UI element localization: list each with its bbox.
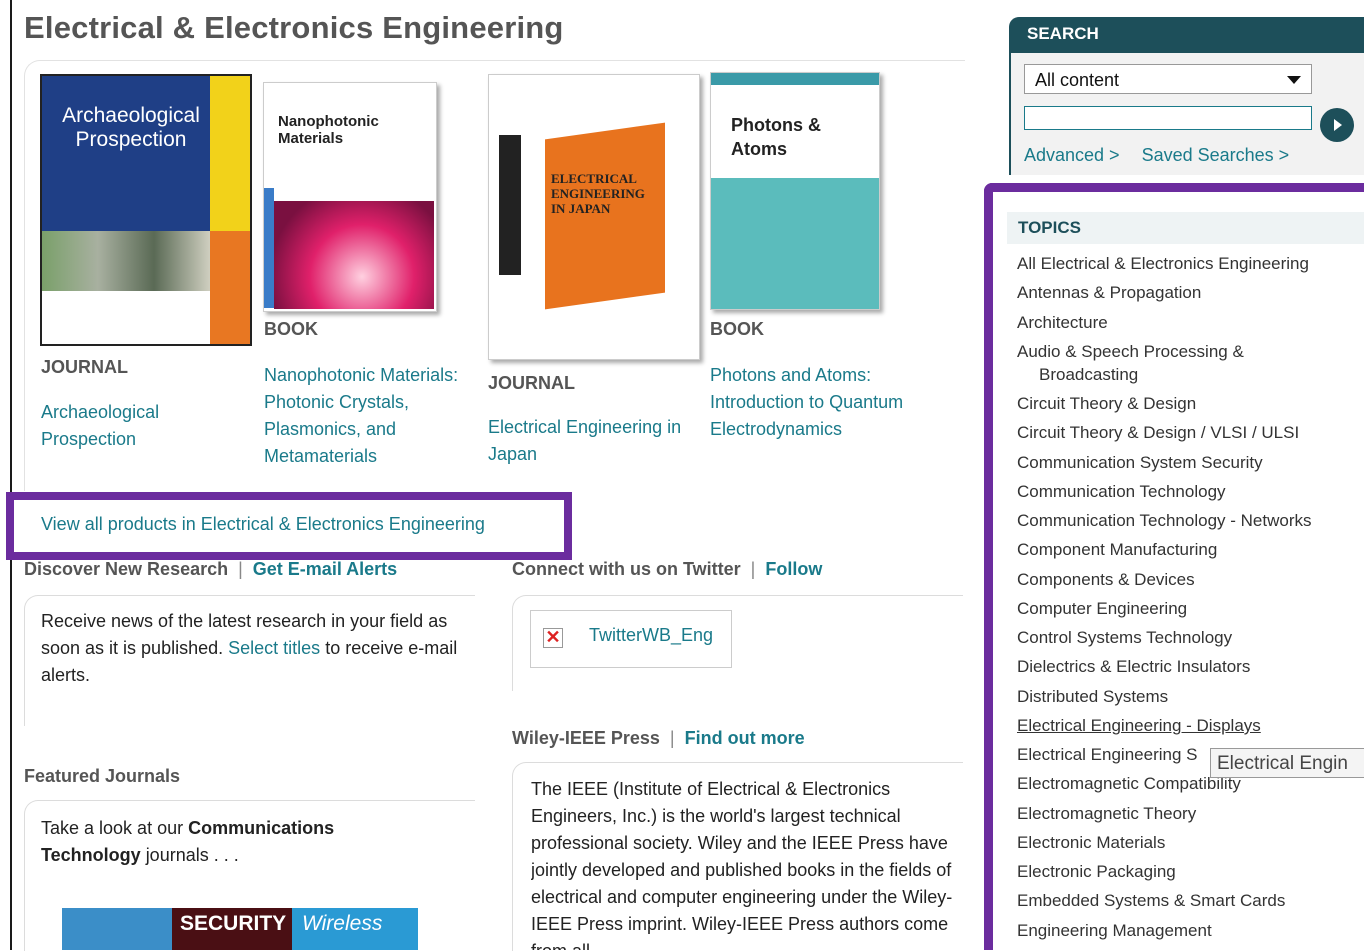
saved-searches-link[interactable]: Saved Searches > bbox=[1142, 145, 1290, 165]
topic-link[interactable]: Control Systems Technology bbox=[1017, 628, 1232, 648]
separator: | bbox=[669, 728, 675, 748]
featured-text: Take a look at our Communications Techno… bbox=[41, 818, 335, 865]
search-links: Advanced > Saved Searches > bbox=[1024, 145, 1311, 166]
topic-link[interactable]: Architecture bbox=[1017, 313, 1108, 333]
topic-link-hovered[interactable]: Electrical Engineering - Displays bbox=[1017, 716, 1261, 736]
discover-header: Discover New Research | Get E-mail Alerts bbox=[24, 559, 397, 580]
cover-title: Nanophotonic Materials bbox=[278, 113, 379, 147]
topic-link[interactable]: Component Manufacturing bbox=[1017, 540, 1217, 560]
product-title-link[interactable]: Archaeological Prospection bbox=[41, 399, 201, 453]
discover-heading: Discover New Research bbox=[24, 559, 229, 579]
page-left-border bbox=[10, 0, 12, 950]
chevron-down-icon bbox=[1287, 76, 1301, 84]
product-type: BOOK bbox=[264, 319, 318, 339]
product-title-link[interactable]: Nanophotonic Materials: Photonic Crystal… bbox=[264, 362, 474, 470]
product-cover-nanophotonic[interactable]: Nanophotonic Materials bbox=[263, 82, 437, 312]
topic-link[interactable]: Distributed Systems bbox=[1017, 687, 1168, 707]
email-alerts-link[interactable]: Get E-mail Alerts bbox=[253, 559, 397, 579]
topic-link[interactable]: Engineering Management bbox=[1017, 921, 1212, 941]
topic-link[interactable]: Embedded Systems & Smart Cards bbox=[1017, 891, 1285, 911]
topic-link[interactable]: Circuit Theory & Design / VLSI / ULSI bbox=[1017, 423, 1299, 443]
cover-title: Archaeological Prospection bbox=[62, 104, 200, 151]
topic-link[interactable]: Communication Technology - Networks bbox=[1017, 511, 1311, 531]
topic-link[interactable]: Electromagnetic Theory bbox=[1017, 804, 1196, 824]
product-type: JOURNAL bbox=[41, 357, 129, 377]
press-header: Wiley-IEEE Press | Find out more bbox=[512, 728, 805, 749]
follow-link[interactable]: Follow bbox=[765, 559, 822, 579]
topics-heading: TOPICS bbox=[1018, 218, 1081, 237]
topic-link[interactable]: Electronic Packaging bbox=[1017, 862, 1176, 882]
twitter-widget[interactable]: ✕ TwitterWB_Eng bbox=[530, 610, 732, 668]
separator: | bbox=[238, 559, 243, 579]
topic-link[interactable]: Audio & Speech Processing & bbox=[1017, 342, 1244, 362]
search-heading: SEARCH bbox=[1027, 24, 1099, 43]
topic-link[interactable]: Computer Engineering bbox=[1017, 599, 1187, 619]
view-all-products-link[interactable]: View all products in Electrical & Electr… bbox=[41, 514, 485, 535]
search-scope-select[interactable]: All content bbox=[1024, 64, 1312, 94]
broken-image-icon: ✕ bbox=[543, 628, 563, 648]
topic-link[interactable]: Communication System Security bbox=[1017, 453, 1263, 473]
separator: | bbox=[750, 559, 756, 579]
topic-link[interactable]: Dielectrics & Electric Insulators bbox=[1017, 657, 1250, 677]
product-type: BOOK bbox=[710, 319, 764, 339]
search-scope-value: All content bbox=[1035, 70, 1120, 90]
topic-link[interactable]: Broadcasting bbox=[1039, 365, 1138, 385]
hover-tooltip: Electrical Engin bbox=[1210, 748, 1364, 778]
cover-word-security: SECURITY bbox=[180, 912, 287, 935]
product-title-link[interactable]: Electrical Engineering in Japan bbox=[488, 414, 698, 468]
product-cover-photons[interactable]: Photons & Atoms bbox=[710, 72, 880, 310]
page-title: Electrical & Electronics Engineering bbox=[24, 10, 564, 45]
topic-link[interactable]: Electromagnetic Compatibility bbox=[1017, 774, 1241, 794]
topic-link[interactable]: Components & Devices bbox=[1017, 570, 1195, 590]
featured-heading: Featured Journals bbox=[24, 766, 181, 786]
press-heading: Wiley-IEEE Press bbox=[512, 728, 660, 748]
advanced-search-link[interactable]: Advanced > bbox=[1024, 145, 1120, 165]
topic-link[interactable]: Antennas & Propagation bbox=[1017, 283, 1201, 303]
find-out-more-link[interactable]: Find out more bbox=[685, 728, 805, 748]
discover-text: Receive news of the latest research in y… bbox=[41, 611, 458, 685]
search-input[interactable] bbox=[1024, 106, 1312, 130]
product-cover-archaeological[interactable]: Archaeological Prospection bbox=[40, 74, 252, 346]
topic-link[interactable]: Electronic Materials bbox=[1017, 833, 1165, 853]
featured-journals-image[interactable]: SECURITY Wireless bbox=[62, 908, 418, 950]
press-text: The IEEE (Institute of Electrical & Elec… bbox=[531, 779, 953, 950]
twitter-widget-label: TwitterWB_Eng bbox=[589, 625, 714, 645]
product-title-link[interactable]: Photons and Atoms: Introduction to Quant… bbox=[710, 362, 920, 443]
topic-link[interactable]: Circuit Theory & Design bbox=[1017, 394, 1196, 414]
topic-link[interactable]: All Electrical & Electronics Engineering bbox=[1017, 254, 1309, 274]
topic-link[interactable]: Electrical Engineering S bbox=[1017, 745, 1197, 765]
cover-word-wireless: Wireless bbox=[302, 912, 383, 935]
cover-title: ELECTRICAL ENGINEERING IN JAPAN bbox=[551, 171, 645, 216]
twitter-header: Connect with us on Twitter | Follow bbox=[512, 559, 822, 580]
twitter-heading: Connect with us on Twitter bbox=[512, 559, 741, 579]
select-titles-link[interactable]: Select titles bbox=[228, 638, 320, 658]
cover-title: Photons & Atoms bbox=[731, 115, 821, 159]
topic-link[interactable]: Communication Technology bbox=[1017, 482, 1226, 502]
product-cover-ee-japan[interactable]: ELECTRICAL ENGINEERING IN JAPAN bbox=[488, 74, 700, 360]
search-go-button[interactable] bbox=[1320, 108, 1354, 142]
product-type: JOURNAL bbox=[488, 373, 576, 393]
